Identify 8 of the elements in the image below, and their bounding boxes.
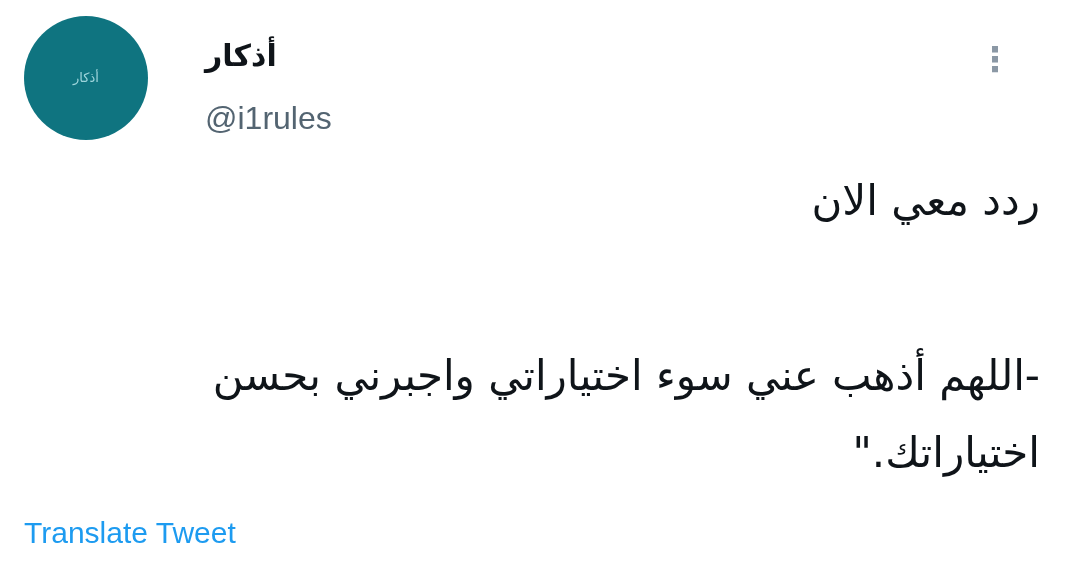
avatar-text: أذكار [73,68,99,88]
author-handle[interactable]: @i1rules [205,98,332,138]
avatar[interactable]: أذكار [24,16,148,140]
tweet-paragraph: ردد معي الان [811,175,1040,227]
tweet-paragraph: -اللهم أذهب عني سوء اختياراتي واجبرني بحسن اختياراتك." [124,337,1040,491]
author-name[interactable]: أذكار [205,36,277,76]
translate-link[interactable]: Translate Tweet [24,513,236,553]
more-options-button[interactable]: ⋮ [978,42,1012,76]
